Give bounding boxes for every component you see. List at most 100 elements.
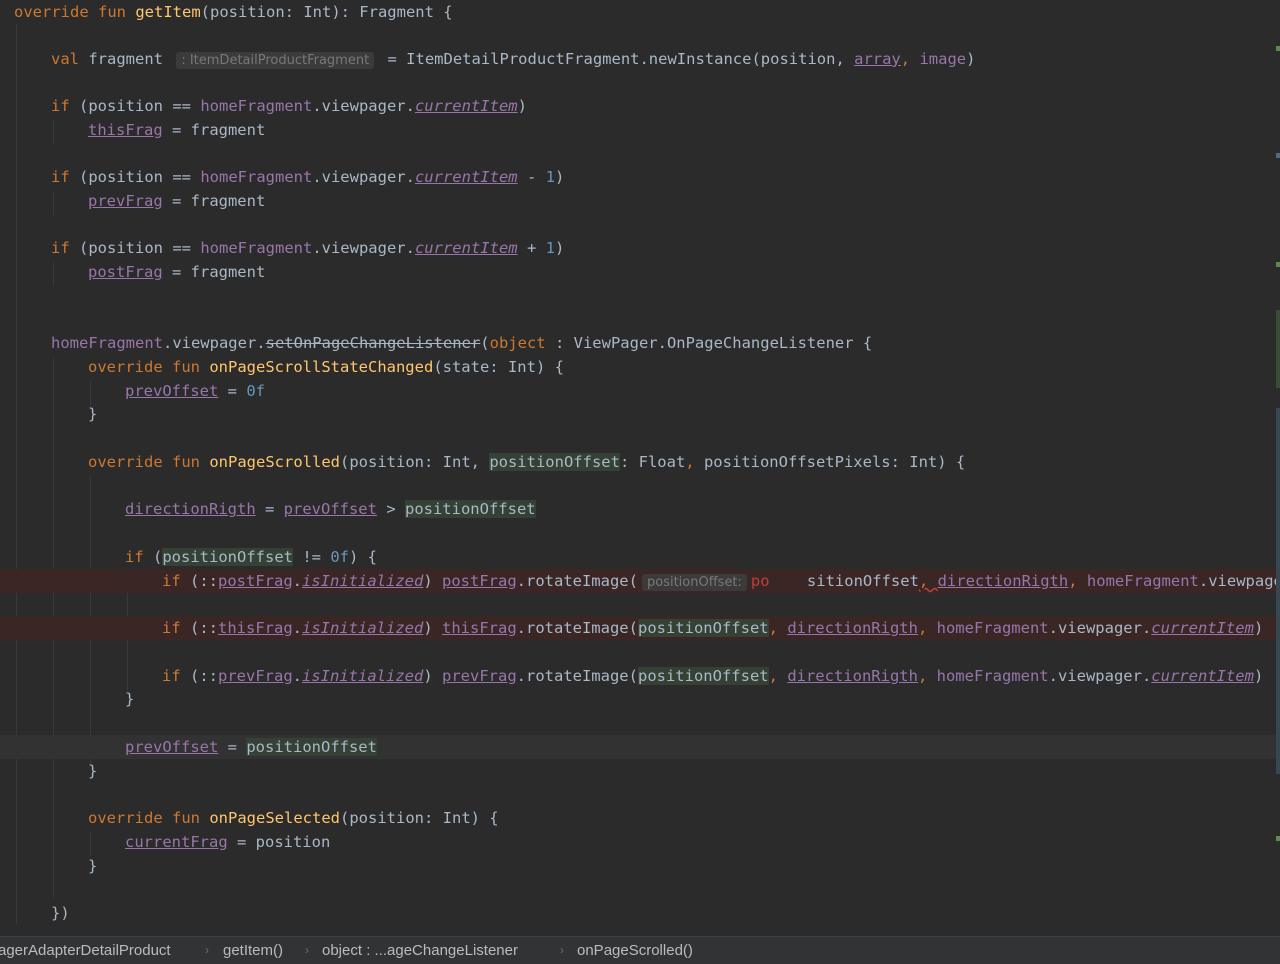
code-line[interactable]: if (position == homeFragment.viewpager.c… <box>51 165 1280 189</box>
code-text: , <box>685 453 704 471</box>
keyword: if <box>125 548 144 566</box>
property: homeFragment <box>200 97 313 115</box>
breadcrumb-item-method[interactable]: getItem() <box>223 937 283 964</box>
indent-guide <box>53 191 54 215</box>
code-text: }) <box>51 904 70 922</box>
code-line[interactable]: prevFrag = fragment <box>88 189 1280 213</box>
property: directionRigth <box>937 572 1069 590</box>
code-text: . <box>292 667 302 685</box>
code-text: .viewpager. <box>1048 667 1152 685</box>
code-text: = <box>218 382 247 400</box>
code-text: = <box>255 500 284 518</box>
parameter-hint: positionOffset: <box>641 574 747 591</box>
number-literal: 0f <box>330 548 349 566</box>
code-line[interactable]: if (positionOffset != 0f) { <box>125 545 1280 569</box>
code-line[interactable]: postFrag = fragment <box>88 260 1280 284</box>
change-marker[interactable] <box>1276 408 1280 774</box>
code-text: (position: Int, <box>340 453 490 471</box>
code-text: . <box>292 619 302 637</box>
code-text: (position: Int): Fragment { <box>200 3 453 21</box>
code-line[interactable]: val fragment : ItemDetailProductFragment… <box>51 47 1280 71</box>
breadcrumb-item-class[interactable]: agerAdapterDetailProduct <box>0 937 171 964</box>
property: prevOffset <box>125 382 219 400</box>
property: prevFrag <box>218 667 293 685</box>
keyword: override <box>88 809 163 827</box>
code-text: = <box>218 738 247 756</box>
code-text: .rotateImage( <box>516 619 638 637</box>
code-text: , <box>900 50 920 68</box>
keyword: override <box>88 358 163 376</box>
error-stripe-marker[interactable] <box>1276 262 1280 267</box>
code-line[interactable]: if (position == homeFragment.viewpager.c… <box>51 94 1280 118</box>
property: prevFrag <box>88 192 163 210</box>
code-text: : ViewPager.OnPageChangeListener { <box>545 334 873 352</box>
error-text: po <box>750 572 770 590</box>
code-line[interactable]: } <box>125 687 1280 711</box>
code-text: sitionOffset <box>769 572 919 590</box>
code-text: .viewpager. <box>1048 619 1152 637</box>
code-text: : Float <box>619 453 686 471</box>
code-text: ) <box>1253 667 1264 685</box>
highlighted-identifier: positionOffset <box>637 619 769 637</box>
code-text: ) <box>423 667 442 685</box>
code-text: (state: Int) { <box>433 358 564 376</box>
code-text: .viewpager. <box>162 334 266 352</box>
code-line[interactable]: } <box>88 854 1280 878</box>
code-text: (position == <box>69 168 201 186</box>
code-line-error[interactable]: if (::thisFrag.isInitialized) thisFrag.r… <box>0 616 1280 640</box>
code-line[interactable]: override fun onPageSelected(position: In… <box>88 806 1280 830</box>
code-line[interactable]: homeFragment.viewpager.setOnPageChangeLi… <box>51 331 1280 355</box>
code-text: } <box>125 690 135 708</box>
property: homeFragment <box>200 168 313 186</box>
property: homeFragment <box>51 334 163 352</box>
error-stripe-marker[interactable] <box>1276 153 1280 158</box>
code-text: ( <box>143 548 163 566</box>
code-line[interactable]: }) <box>51 901 1280 925</box>
code-text: .viewpager. <box>312 168 415 186</box>
code-text: - <box>517 168 546 186</box>
code-line[interactable]: override fun onPageScrollStateChanged(st… <box>88 355 1280 379</box>
change-marker[interactable] <box>1276 310 1280 388</box>
property: homeFragment <box>936 619 1049 637</box>
indent-guide <box>16 24 17 924</box>
property: postFrag <box>442 572 517 590</box>
function-name: onPageSelected <box>209 809 340 827</box>
code-line-error[interactable]: if (::postFrag.isInitialized) postFrag.r… <box>0 569 1280 593</box>
code-line[interactable]: thisFrag = fragment <box>88 118 1280 142</box>
code-line[interactable]: } <box>88 402 1280 426</box>
property: currentItem <box>414 168 518 186</box>
code-line[interactable]: currentFrag = position <box>125 830 1280 854</box>
code-line[interactable]: } <box>88 759 1280 783</box>
property: prevOffset <box>283 500 377 518</box>
code-editor[interactable]: override fun getItem(position: Int): Fra… <box>0 0 1280 935</box>
highlighted-identifier: positionOffset <box>404 500 536 518</box>
property: prevOffset <box>125 738 219 756</box>
code-line[interactable]: if (::prevFrag.isInitialized) prevFrag.r… <box>162 664 1280 688</box>
keyword: object <box>489 334 546 352</box>
code-text: = position <box>227 833 331 851</box>
code-text: ) <box>966 50 976 68</box>
error-stripe-marker[interactable] <box>1276 836 1280 841</box>
code-line[interactable]: override fun getItem(position: Int): Fra… <box>14 0 1280 24</box>
number-literal: 1 <box>545 168 555 186</box>
breadcrumb-item-object[interactable]: object : ...ageChangeListener <box>322 937 518 964</box>
property: isInitialized <box>302 619 424 637</box>
code-text: + <box>517 239 546 257</box>
code-text: (:: <box>180 619 218 637</box>
keyword: fun <box>98 3 126 21</box>
keyword: override <box>14 3 89 21</box>
code-line[interactable]: if (position == homeFragment.viewpager.c… <box>51 236 1280 260</box>
code-text: = fragment <box>162 263 266 281</box>
keyword: if <box>162 572 181 590</box>
code-text: .rotateImage( <box>516 572 638 590</box>
breadcrumb-item-function[interactable]: onPageScrolled() <box>577 937 693 964</box>
code-line[interactable]: directionRigth = prevOffset > positionOf… <box>125 497 1280 521</box>
code-line[interactable]: prevOffset = 0f <box>125 379 1280 403</box>
code-text: = fragment <box>162 192 266 210</box>
code-line-current[interactable]: prevOffset = positionOffset <box>0 735 1280 759</box>
code-text: fragment <box>79 50 173 68</box>
error-stripe-marker[interactable] <box>1276 46 1280 51</box>
code-text: ) <box>517 97 527 115</box>
code-line[interactable]: override fun onPageScrolled(position: In… <box>88 450 1280 474</box>
code-text: , <box>917 619 937 637</box>
